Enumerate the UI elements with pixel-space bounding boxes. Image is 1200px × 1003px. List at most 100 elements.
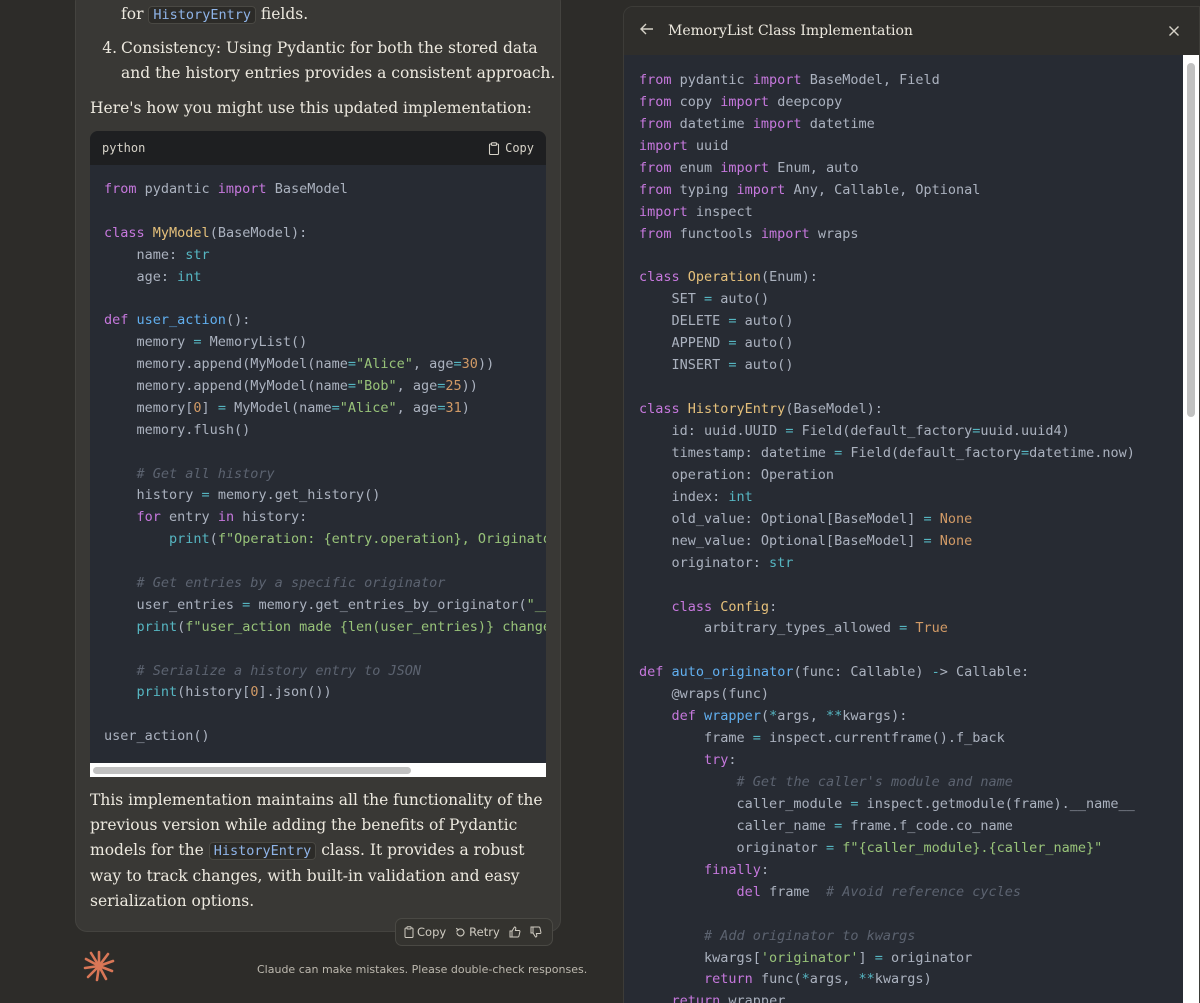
clipboard-icon <box>489 141 500 155</box>
code-line: return func(*args, **kwargs) <box>704 971 932 988</box>
code-line: old_value: Optional[BaseModel] = None <box>639 510 973 527</box>
code-line: ​ <box>639 575 1179 597</box>
code-line: # Get the caller's module and name <box>736 774 1013 790</box>
claude-logo <box>83 950 115 982</box>
code-line: memory = MemoryList() <box>104 334 308 351</box>
summary-line-3: models for the HistoryEntry class. It pr… <box>90 838 524 865</box>
code-language-label: python <box>102 141 146 155</box>
code-line: finally: <box>704 861 770 878</box>
code-line: def user_action(): <box>104 312 251 329</box>
code-line: ​ <box>639 377 1179 399</box>
code-line: originator = f"{caller_module}.{caller_n… <box>639 839 1103 856</box>
code-line: # Serialize a history entry to JSON <box>136 662 421 679</box>
thumbs-up-icon <box>509 926 521 938</box>
code-line: def wrapper(*args, **kwargs): <box>671 708 908 725</box>
code-line: age: int <box>104 268 202 285</box>
usage-intro: Here's how you might use this updated im… <box>90 99 532 117</box>
code-block: python Copy from pydantic import BaseMod… <box>90 131 546 777</box>
code-line: from functools import wraps <box>639 225 859 242</box>
text: and the history entries provides a consi… <box>121 64 556 82</box>
summary-line-2: previous version while adding the benefi… <box>90 816 518 834</box>
code-line: class Operation(Enum): <box>639 269 818 286</box>
code-line: class HistoryEntry(BaseModel): <box>639 401 883 418</box>
summary-line-4: way to track changes, with built-in vali… <box>90 867 520 885</box>
code-line: # Get all history <box>136 465 275 482</box>
disclaimer: Claude can make mistakes. Please double-… <box>257 963 588 976</box>
code-line: ​ <box>104 201 546 223</box>
copy-label: Copy <box>417 925 447 939</box>
code-line: SET = auto() <box>639 291 770 308</box>
code-line: ​ <box>639 246 1179 268</box>
code-block-header: python Copy <box>90 131 546 165</box>
code-line: try: <box>704 752 737 769</box>
close-button[interactable] <box>1165 22 1183 41</box>
scrollbar-thumb[interactable] <box>93 767 411 774</box>
vertical-scrollbar[interactable] <box>1183 55 1199 1003</box>
code-line: from typing import Any, Callable, Option… <box>639 181 981 198</box>
copy-label: Copy <box>505 141 534 155</box>
code-line: arbitrary_types_allowed = True <box>639 620 948 637</box>
message-actions: Copy Retry <box>395 918 553 946</box>
code-line: @wraps(func) <box>639 686 770 703</box>
code-line: class MyModel(BaseModel): <box>104 224 308 241</box>
inline-code: HistoryEntry <box>148 6 256 24</box>
code-line: operation: Operation <box>639 466 835 483</box>
artifact-title: MemoryList Class Implementation <box>668 23 913 39</box>
code-line: new_value: Optional[BaseModel] = None <box>639 532 973 549</box>
copy-message-button[interactable]: Copy <box>404 925 446 939</box>
code-line: index: int <box>639 488 753 505</box>
code-line: frame = inspect.currentframe().f_back <box>639 730 1005 747</box>
code-line: user_action() <box>104 728 210 745</box>
thumbs-down-button[interactable] <box>530 926 542 938</box>
code-line: # Add originator to kwargs <box>704 927 916 944</box>
code-line: from enum import Enum, auto <box>639 159 859 176</box>
code-line: from pydantic import BaseModel <box>104 181 348 197</box>
code-line: ​ <box>639 640 1179 662</box>
code-line: originator: str <box>639 554 794 571</box>
code-line: APPEND = auto() <box>639 335 794 352</box>
code-line: DELETE = auto() <box>639 313 794 330</box>
code-line: name: str <box>104 246 210 263</box>
text: Consistency: Using Pydantic for both the… <box>121 39 538 57</box>
thumbs-down-icon <box>530 926 542 938</box>
code-line: user_entries = memory.get_entries_by_ori… <box>104 596 547 613</box>
code-line: # Get entries by a specific originator <box>136 575 446 592</box>
text: models for the <box>90 841 204 859</box>
scrollbar-thumb[interactable] <box>1187 63 1195 417</box>
code-line: print(f"user_action made {len(user_entri… <box>136 618 546 635</box>
retry-button[interactable]: Retry <box>455 925 500 939</box>
code-line: INSERT = auto() <box>639 357 794 374</box>
summary-line-1: This implementation maintains all the fu… <box>90 791 543 809</box>
code-line: ​ <box>104 442 546 464</box>
list-number: 4. <box>102 39 117 57</box>
code-line: print(history[0].json()) <box>136 684 332 701</box>
retry-icon <box>456 927 465 936</box>
text: for <box>121 5 144 23</box>
code-line: def auto_originator(func: Callable) -> C… <box>639 664 1030 681</box>
list-item-4-cont: and the history entries provides a consi… <box>121 61 555 87</box>
horizontal-scrollbar[interactable] <box>90 763 546 777</box>
text: fields. <box>260 5 309 23</box>
copy-code-button[interactable]: Copy <box>488 141 534 155</box>
summary-line-5: serialization options. <box>90 892 255 910</box>
clipboard-icon <box>404 926 414 938</box>
code-line: return wrapper <box>671 993 786 1003</box>
code-line: from datetime import datetime <box>639 115 875 132</box>
back-arrow-icon <box>640 23 653 35</box>
back-button[interactable] <box>640 23 658 39</box>
retry-label: Retry <box>469 925 500 939</box>
code-line: kwargs['originator'] = originator <box>639 949 973 966</box>
code-line: from copy import deepcopy <box>639 93 843 110</box>
code-line: memory[0] = MyModel(name="Alice", age=31… <box>104 399 470 416</box>
code-line: from pydantic import BaseModel, Field <box>639 72 940 88</box>
inline-code: HistoryEntry <box>208 842 317 860</box>
artifact-code: from pydantic import BaseModel, Field fro… <box>639 70 1179 1003</box>
text: class. It provides a robust <box>321 841 525 859</box>
artifact-header: MemoryList Class Implementation <box>624 7 1199 55</box>
code-line: memory.append(MyModel(name="Alice", age=… <box>104 356 495 373</box>
code-line: import uuid <box>639 137 729 154</box>
code-line: ​ <box>639 904 1179 926</box>
code-line: import inspect <box>639 203 753 220</box>
thumbs-up-button[interactable] <box>509 926 521 938</box>
code-line: ​ <box>104 288 546 310</box>
